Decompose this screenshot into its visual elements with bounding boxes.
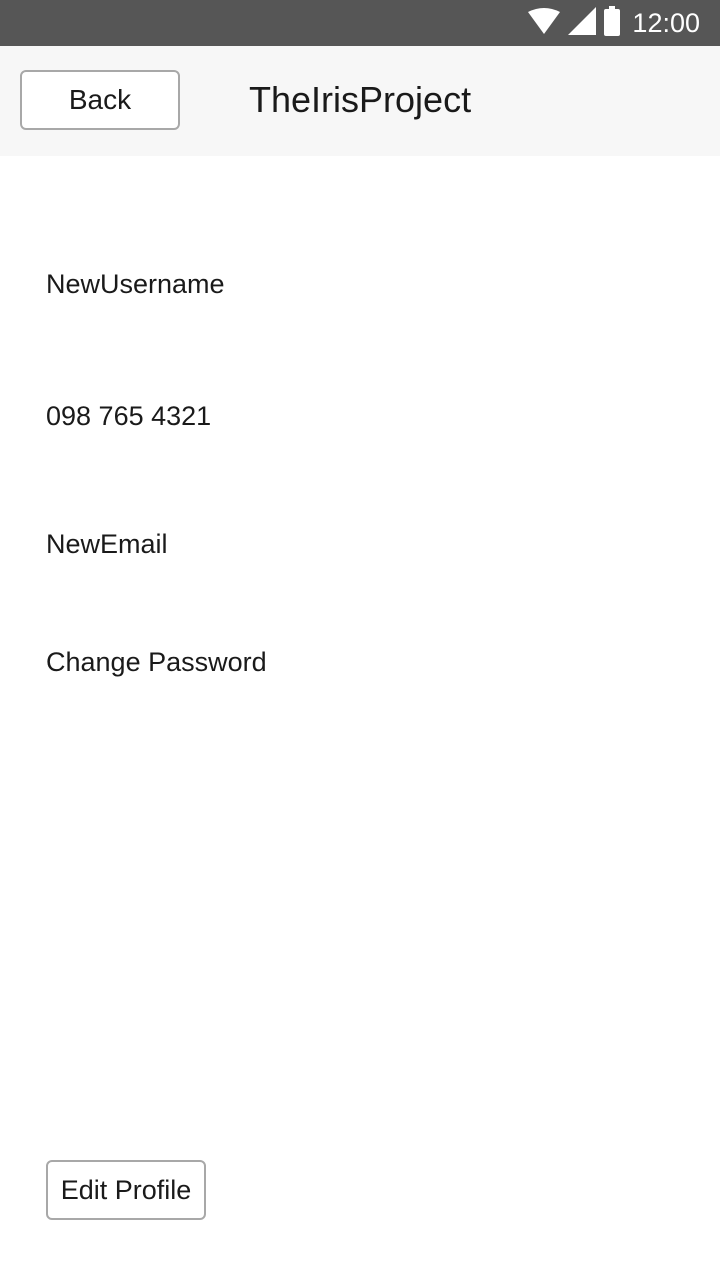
status-icons: 12:00 <box>528 0 700 46</box>
wifi-icon <box>528 7 561 39</box>
status-time: 12:00 <box>632 7 700 38</box>
app-header: Back TheIrisProject <box>0 46 720 156</box>
back-button[interactable]: Back <box>20 70 180 130</box>
email-field[interactable]: NewEmail <box>46 527 168 561</box>
edit-profile-button[interactable]: Edit Profile <box>46 1160 206 1220</box>
username-field[interactable]: NewUsername <box>46 267 225 301</box>
app-title: TheIrisProject <box>249 79 472 120</box>
phone-field[interactable]: 098 765 4321 <box>46 399 211 433</box>
change-password-link[interactable]: Change Password <box>46 645 267 679</box>
cellular-signal-icon <box>568 6 597 40</box>
battery-icon <box>604 5 621 41</box>
status-bar: 12:00 <box>0 0 720 46</box>
